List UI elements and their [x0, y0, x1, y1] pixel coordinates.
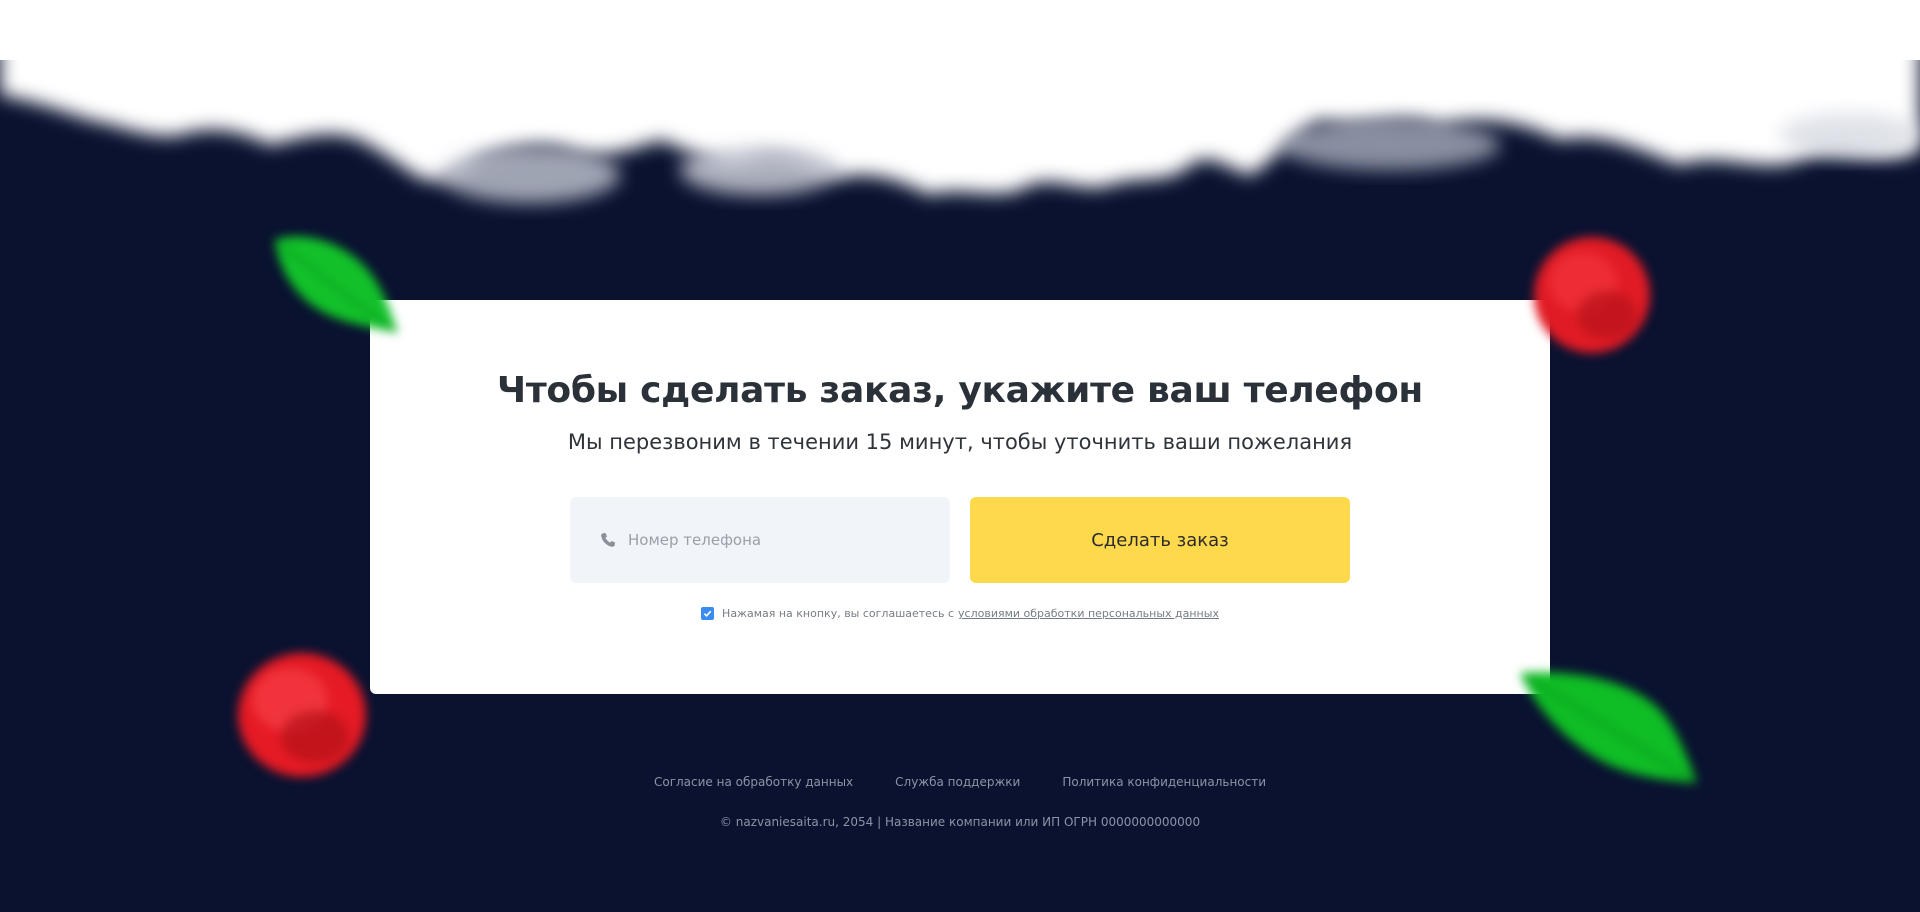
leaf-decoration [275, 236, 398, 333]
raspberry-decoration [238, 653, 366, 777]
order-submit-button[interactable]: Сделать заказ [970, 497, 1350, 583]
checkmark-icon [703, 610, 712, 618]
form-title: Чтобы сделать заказ, укажите ваш телефон [497, 370, 1423, 411]
phone-input[interactable] [628, 531, 928, 549]
consent-row: Нажамая на кнопку, вы соглашаетесь с усл… [370, 607, 1550, 620]
phone-field[interactable] [570, 497, 950, 583]
form-subtitle: Мы перезвоним в течении 15 минут, чтобы … [567, 430, 1353, 454]
page: Чтобы сделать заказ, укажите ваш телефон… [0, 0, 1920, 912]
raspberry-decoration [1534, 237, 1650, 353]
clouds-background [0, 0, 1920, 203]
footer-link-support[interactable]: Служба поддержки [895, 775, 1020, 789]
consent-text: Нажамая на кнопку, вы соглашаетесь с [722, 607, 955, 620]
consent-terms-link[interactable]: условиями обработки персональных данных [958, 607, 1219, 620]
consent-checkbox[interactable] [701, 607, 715, 620]
leaf-decoration [1520, 672, 1697, 783]
footer-link-data-consent[interactable]: Согласие на обработку данных [654, 775, 853, 789]
copyright-text: © nazvaniesaita.ru, 2054 | Название комп… [719, 815, 1201, 829]
footer-link-privacy-policy[interactable]: Политика конфиденциальности [1062, 775, 1266, 789]
order-form-card: Чтобы сделать заказ, укажите ваш телефон… [370, 300, 1550, 694]
phone-icon [601, 533, 615, 547]
